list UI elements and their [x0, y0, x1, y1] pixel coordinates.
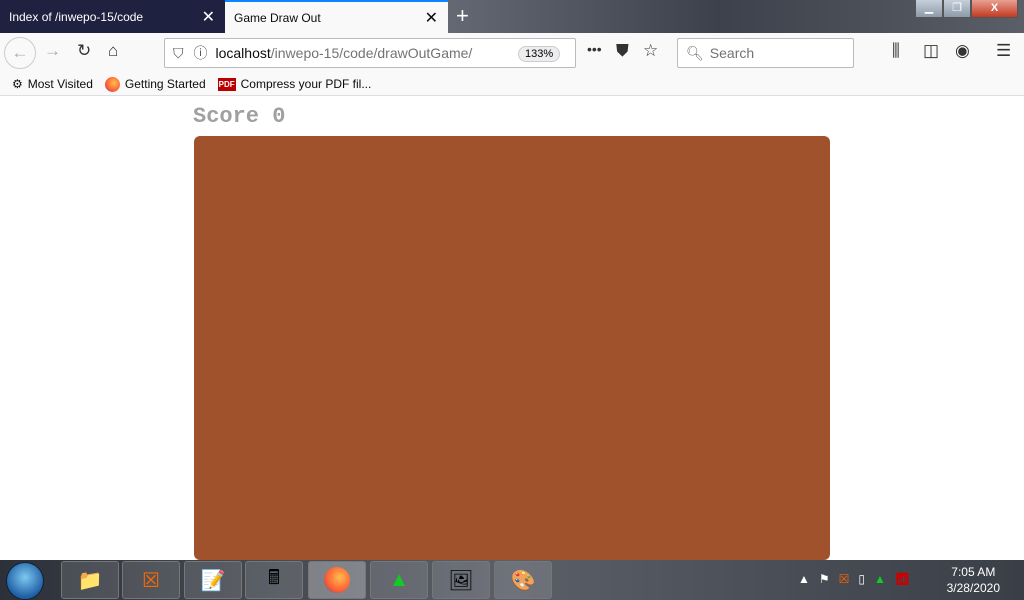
app-triangle-icon[interactable]: ▲ [370, 561, 428, 599]
reload-button[interactable]: ↻ [77, 41, 91, 61]
bookmark-getting-started[interactable]: Getting Started [104, 76, 206, 92]
more-actions-icon[interactable]: ••• [587, 41, 602, 57]
game-canvas[interactable] [194, 136, 830, 560]
menu-icon[interactable]: ☰ [996, 41, 1011, 61]
tab-game-draw-out[interactable]: Game Draw Out ✕ [225, 0, 448, 33]
tab-title: Index of /inwepo-15/code [9, 9, 144, 24]
back-button[interactable]: ← [4, 37, 36, 69]
maximize-button[interactable]: ❐ [943, 0, 971, 18]
shield-icon[interactable]: ⛉ [173, 45, 184, 62]
pdf-icon: PDF [217, 77, 236, 91]
url-path: /inwepo-15/code/drawOutGame/ [270, 45, 473, 61]
flag-icon[interactable]: ⚑ [819, 572, 830, 586]
explorer-icon[interactable]: 📁 [61, 561, 119, 599]
taskbar: 📁 ☒ 📝 🖩 ▲ 🖼 🎨 ▲ ⚑ ☒ ▯ ▲ 📶︎ 7:05 AM 3/28/2020 [0, 560, 1024, 600]
photo-viewer-icon[interactable]: 🖼 [432, 561, 490, 599]
tab-title: Game Draw Out [234, 10, 321, 25]
firefox-icon [104, 76, 120, 92]
close-window-button[interactable]: X [971, 0, 1018, 18]
notepad-icon[interactable]: 📝 [184, 561, 242, 599]
firefox-taskbar-icon[interactable] [308, 561, 366, 599]
url-host: localhost [215, 45, 271, 61]
pocket-icon[interactable]: ⛊ [616, 41, 629, 61]
clock[interactable]: 7:05 AM 3/28/2020 [947, 564, 1000, 596]
home-button[interactable]: ⌂ [108, 41, 118, 61]
xampp-icon[interactable]: ☒ [122, 561, 180, 599]
bookmark-compress-pdf[interactable]: PDF Compress your PDF fil... [217, 77, 371, 91]
score-value: 0 [272, 104, 286, 129]
title-bar: Index of /inwepo-15/code ✕ Game Draw Out ✕… [0, 0, 1024, 33]
search-icon: 🔍︎ [686, 44, 704, 61]
score-display: Score 0 [193, 104, 286, 129]
url-bar[interactable]: ⛉ ⓘ localhost/inwepo-15/code/drawOutGame… [164, 38, 576, 68]
device-icon[interactable]: ▯ [858, 572, 865, 586]
start-button[interactable] [6, 562, 44, 600]
minimize-button[interactable]: ▁ [915, 0, 943, 18]
system-tray: ▲ ⚑ ☒ ▯ ▲ 📶︎ [798, 572, 910, 586]
forward-button[interactable]: → [44, 41, 61, 61]
bookmarks-bar: ⚙ Most Visited Getting Started PDF Compres… [0, 73, 1024, 96]
bookmark-star-icon[interactable]: ☆ [643, 41, 658, 61]
nav-bar: ← → ↻ ⌂ ⛉ ⓘ localhost/inwepo-15/code/dra… [0, 33, 1024, 73]
close-tab-icon[interactable]: ✕ [202, 7, 215, 27]
zoom-level-button[interactable]: 133% [518, 46, 561, 62]
network-icon[interactable]: 📶︎ [895, 572, 910, 586]
close-tab-icon[interactable]: ✕ [425, 8, 438, 28]
xampp-tray-icon[interactable]: ☒ [839, 572, 850, 586]
info-icon[interactable]: ⓘ [194, 43, 208, 63]
new-tab-button[interactable]: + [456, 3, 469, 29]
show-hidden-icons[interactable]: ▲ [798, 572, 810, 586]
library-icon[interactable]: ⫼ [892, 41, 900, 61]
gear-icon: ⚙ [12, 77, 23, 91]
app-tray-icon[interactable]: ▲ [874, 572, 886, 586]
account-icon[interactable]: ◉ [955, 41, 970, 61]
sidebar-icon[interactable]: ◫ [923, 41, 939, 61]
tab-index[interactable]: Index of /inwepo-15/code ✕ [0, 0, 225, 33]
calculator-icon[interactable]: 🖩 [245, 561, 303, 599]
paint-icon[interactable]: 🎨 [494, 561, 552, 599]
bookmark-most-visited[interactable]: ⚙ Most Visited [12, 77, 93, 91]
search-input[interactable]: 🔍︎ Search [677, 38, 854, 68]
